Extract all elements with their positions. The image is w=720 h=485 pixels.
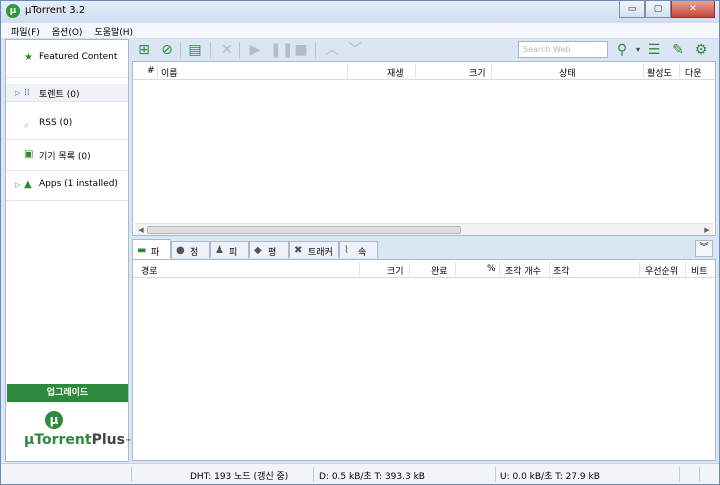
peers-icon: ♟ [215,245,224,256]
sidebar-item-label: 토렌트 (0) [39,90,80,100]
sidebar-item-label: Apps (1 installed) [39,179,118,189]
col-health[interactable]: 활성도 [647,66,672,80]
sidebar-item-label: 기기 목록 (0) [39,152,91,162]
window-title: µTorrent 3.2 [25,5,86,16]
utorrent-plus-logo[interactable]: µTorrentPlus™ [24,432,132,448]
sidebar-item-apps[interactable]: ▷ ▲ Apps (1 installed) [6,171,128,201]
remove-icon[interactable]: ✕ [219,42,235,58]
move-up-icon[interactable]: ︿ [324,42,340,58]
scroll-right-icon[interactable]: ▶ [701,224,713,236]
search-dropdown-icon[interactable]: ▾ [630,42,646,58]
device-icon: ▣ [24,149,34,160]
sidebar-item-label: Featured Content [39,52,118,62]
upgrade-button[interactable]: 업그레이드 [7,384,128,402]
detail-tabs: ▬ 파일 ● 정보 ♟ 피어 ◆ 평점 ✖ 트래커 ⌇ 속도 ︾ [132,239,718,271]
gear-icon[interactable]: ⚙ [693,42,709,58]
col-priority[interactable]: 우선순위 [645,264,678,278]
tab-info[interactable]: ● 정보 [171,241,210,271]
col-bits[interactable]: 비트 [691,264,708,278]
sidebar-item-rss[interactable]: ◞ RSS (0) [6,110,128,140]
col-path[interactable]: 경로 [141,264,158,278]
torrent-list-header: # 이름 재생 크기 상태 활성도 다운 [133,62,715,80]
tab-files[interactable]: ▬ 파일 [132,239,171,271]
move-down-icon[interactable]: ﹀ [347,42,363,58]
apps-icon: ▲ [24,179,32,190]
scroll-left-icon[interactable]: ◀ [135,224,147,236]
col-number[interactable]: # [147,66,155,80]
start-icon[interactable]: ▶ [247,42,263,58]
star-icon: ★ [24,52,33,63]
utorrent-logo-icon: µ [6,4,20,18]
rss-icon: ◞ [24,118,28,129]
torrent-list[interactable]: # 이름 재생 크기 상태 활성도 다운 ◀ ▶ [132,61,716,236]
torrents-icon: ⁞⁞ [24,88,30,98]
sidebar-item-label: RSS (0) [39,118,73,128]
col-piece-count[interactable]: 조각 개수 [505,264,541,278]
app-window: µ µTorrent 3.2 ▭ ▢ ✕ 파일(F) 옵션(O) 도움말(H) … [0,0,720,485]
create-torrent-icon[interactable]: ▤ [187,42,203,58]
search-input[interactable]: Search Web [518,41,608,58]
scrollbar-thumb[interactable] [147,226,461,234]
files-list-header: 경로 크기 완료 % 조각 개수 조각 우선순위 비트 [133,260,715,278]
info-icon: ● [176,245,185,256]
col-file-size[interactable]: 크기 [387,264,404,278]
maximize-button[interactable]: ▢ [645,1,671,18]
search-icon[interactable]: ⚲ [614,42,630,58]
col-download[interactable]: 다운 [685,66,702,80]
status-bar: DHT: 193 노드 (갱신 중) D: 0.5 kB/초 T: 393.3 … [1,463,719,484]
remote-icon[interactable]: ✎ [670,42,686,58]
speed-icon: ⌇ [344,245,349,256]
add-url-icon[interactable]: ⊘ [159,42,175,58]
sidebar-item-devices[interactable]: ▣ 기기 목록 (0) [6,141,128,171]
files-list[interactable]: 경로 크기 완료 % 조각 개수 조각 우선순위 비트 [132,259,716,461]
col-name[interactable]: 이름 [161,66,178,80]
col-done[interactable]: 완료 [431,264,448,278]
toolbar: ⊞ ⊘ ▤ ✕ ▶ ❚❚ ■ ︿ ﹀ Search Web ⚲ ▾ ☰ ✎ ⚙ [132,39,720,61]
menu-options[interactable]: 옵션(O) [46,23,89,38]
title-bar: µ µTorrent 3.2 ▭ ▢ ✕ [1,1,719,23]
add-torrent-icon[interactable]: ⊞ [136,42,152,58]
menu-help[interactable]: 도움말(H) [88,23,139,38]
collapse-panel-button[interactable]: ︾ [695,240,713,257]
toolbar-divider [239,42,240,58]
col-play[interactable]: 재생 [387,66,404,80]
sidebar: ★ Featured Content ▷ ⁞⁞ 토렌트 (0) ◞ RSS (0… [5,39,132,462]
dht-status: DHT: 193 노드 (갱신 중) [190,472,289,482]
folder-icon: ▬ [137,245,147,256]
minimize-button[interactable]: ▭ [619,1,645,18]
stop-icon[interactable]: ■ [293,42,309,58]
upload-status: U: 0.0 kB/초 T: 27.9 kB [500,472,600,482]
tab-ratings[interactable]: ◆ 평점 [249,241,289,271]
toolbar-divider [315,42,316,58]
list-view-icon[interactable]: ☰ [646,42,662,58]
tab-peers[interactable]: ♟ 피어 [210,241,249,271]
col-status[interactable]: 상태 [559,66,576,80]
trackers-icon: ✖ [294,245,303,256]
menu-file[interactable]: 파일(F) [5,23,46,38]
pause-icon[interactable]: ❚❚ [270,42,293,58]
close-button[interactable]: ✕ [671,1,715,18]
expand-arrow-icon[interactable]: ▷ [15,89,20,97]
download-status: D: 0.5 kB/초 T: 393.3 kB [319,472,425,482]
col-percent[interactable]: % [487,264,496,278]
tab-speed[interactable]: ⌇ 속도 [339,241,378,271]
horizontal-scrollbar[interactable]: ◀ ▶ [135,223,713,235]
col-size[interactable]: 크기 [469,66,486,80]
chevron-down-icon: ︾ [699,243,709,253]
menu-bar: 파일(F) 옵션(O) 도움말(H) [1,23,719,39]
toolbar-divider [210,42,211,58]
sidebar-item-torrents[interactable]: ▷ ⁞⁞ 토렌트 (0) [6,84,128,102]
sidebar-item-featured[interactable]: ★ Featured Content [6,40,128,78]
ratings-icon: ◆ [254,245,262,256]
utorrent-plus-badge-icon: µ [45,411,63,429]
toolbar-divider [180,42,181,58]
expand-arrow-icon[interactable]: ▷ [15,181,20,189]
tab-trackers[interactable]: ✖ 트래커 [289,241,339,258]
col-pieces[interactable]: 조각 [553,264,570,278]
